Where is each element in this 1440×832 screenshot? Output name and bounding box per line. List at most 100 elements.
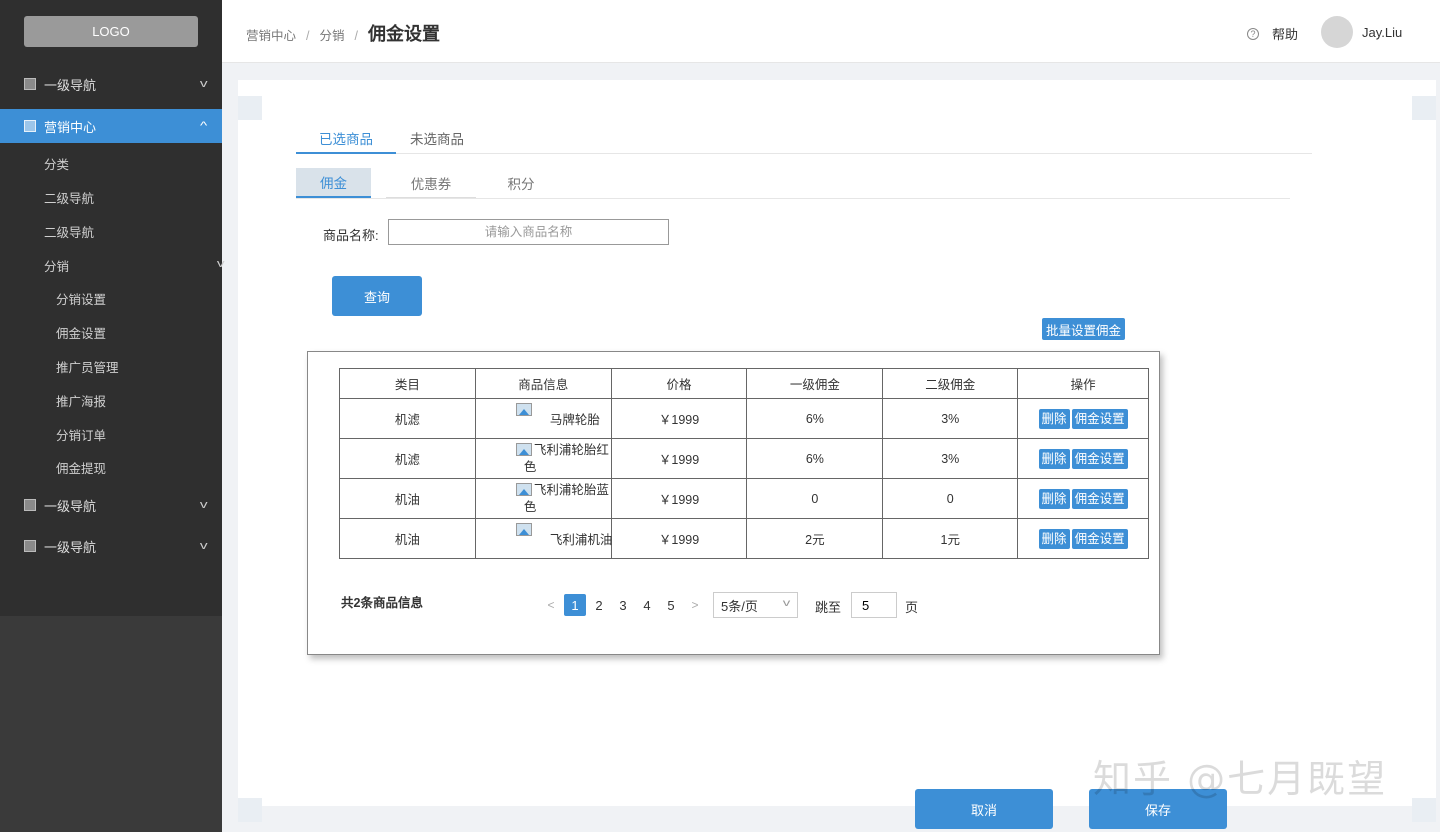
- page-4[interactable]: 4: [636, 594, 658, 616]
- breadcrumb-separator: /: [354, 29, 358, 43]
- sidebar-item-distribution-settings[interactable]: 分销设置: [56, 286, 106, 310]
- sidebar-item-commission-settings[interactable]: 佣金设置: [56, 320, 106, 344]
- level1-commission-cell: 2元: [746, 518, 884, 559]
- breadcrumb-marketing[interactable]: 营销中心: [246, 25, 296, 44]
- page-1[interactable]: 1: [564, 594, 586, 616]
- help-link[interactable]: ? 帮助: [1247, 24, 1298, 43]
- main-panel: 已选商品 未选商品 佣金 优惠券 积分 商品名称: 查询 批量设置佣金 类目 商…: [238, 80, 1436, 832]
- breadcrumb: 营销中心 / 分销 / 佣金设置: [246, 20, 440, 46]
- page-3[interactable]: 3: [612, 594, 634, 616]
- commission-setting-button[interactable]: 佣金设置: [1071, 488, 1128, 509]
- delete-button[interactable]: 删除: [1038, 488, 1070, 509]
- column-header-product: 商品信息: [474, 368, 612, 399]
- delete-button[interactable]: 删除: [1038, 528, 1070, 549]
- product-cell: 飞利浦机油: [474, 518, 612, 559]
- breadcrumb-distribution[interactable]: 分销: [320, 25, 345, 44]
- tab-unselected-products[interactable]: 未选商品: [410, 128, 464, 154]
- level2-commission-cell: 1元: [882, 518, 1019, 559]
- square-icon: [24, 120, 36, 132]
- level2-commission-cell: 0: [882, 478, 1019, 519]
- page-size-value: 5条/页: [721, 598, 758, 614]
- delete-button[interactable]: 删除: [1038, 408, 1070, 429]
- tab-coupon[interactable]: 优惠券: [386, 168, 476, 198]
- product-table-card: 类目 商品信息 价格 一级佣金 二级佣金 操作 机滤 马牌轮胎 ￥1999 6%…: [307, 351, 1160, 655]
- delete-button[interactable]: 删除: [1038, 448, 1070, 469]
- level2-commission-cell: 3%: [882, 398, 1019, 439]
- sidebar-item-commission-withdrawal[interactable]: 佣金提现: [56, 455, 106, 479]
- sidebar-item-label: 分销: [44, 259, 70, 274]
- price-cell: ￥1999: [610, 438, 748, 479]
- nav-item-level1-b[interactable]: 一级导航 v: [0, 488, 222, 522]
- column-header-level2-commission: 二级佣金: [882, 368, 1019, 399]
- corner-decoration: [1412, 96, 1436, 120]
- chevron-down-icon: v: [199, 78, 208, 90]
- product-name: 飞利浦轮胎红色: [523, 442, 609, 474]
- table-row: 机滤 马牌轮胎 ￥1999 6% 3% 删除 佣金设置: [339, 398, 1149, 439]
- product-table: 类目 商品信息 价格 一级佣金 二级佣金 操作 机滤 马牌轮胎 ￥1999 6%…: [339, 368, 1149, 559]
- page-5[interactable]: 5: [660, 594, 682, 616]
- sidebar-item-distribution[interactable]: 分销 v: [44, 253, 225, 277]
- product-name-input[interactable]: [388, 219, 669, 245]
- nav-item-label: 一级导航: [44, 77, 97, 93]
- table-header-row: 类目 商品信息 价格 一级佣金 二级佣金 操作: [339, 368, 1149, 399]
- level1-commission-cell: 6%: [746, 398, 884, 439]
- level2-commission-cell: 3%: [882, 438, 1019, 479]
- chevron-right-icon[interactable]: >: [684, 594, 706, 616]
- watermark: 知乎 @七月既望: [1093, 757, 1388, 801]
- category-cell: 机滤: [339, 398, 476, 439]
- primary-tabs: 已选商品 未选商品: [296, 128, 1312, 154]
- page-2[interactable]: 2: [588, 594, 610, 616]
- jump-page-input[interactable]: [851, 592, 897, 618]
- sidebar-item-promotion-poster[interactable]: 推广海报: [56, 388, 106, 412]
- column-header-price: 价格: [610, 368, 748, 399]
- nav-item-marketing[interactable]: 营销中心 ^: [0, 109, 222, 143]
- batch-commission-button[interactable]: 批量设置佣金: [1042, 318, 1125, 340]
- product-cell: 飞利浦轮胎蓝色: [474, 478, 612, 519]
- avatar[interactable]: [1321, 16, 1353, 48]
- commission-setting-button[interactable]: 佣金设置: [1071, 408, 1128, 429]
- username[interactable]: Jay.Liu: [1362, 25, 1402, 40]
- sidebar-item-promoter-management[interactable]: 推广员管理: [56, 354, 119, 378]
- product-name: 马牌轮胎: [549, 412, 600, 427]
- tab-points[interactable]: 积分: [496, 168, 546, 198]
- sidebar-item-classify[interactable]: 分类: [44, 151, 69, 175]
- nav-item-label: 营销中心: [44, 119, 97, 135]
- secondary-tabs: 佣金 优惠券 积分: [296, 168, 1290, 199]
- logo: LOGO: [24, 16, 198, 47]
- nav-item-level1-c[interactable]: 一级导航 v: [0, 529, 222, 563]
- category-cell: 机滤: [339, 438, 476, 479]
- query-button[interactable]: 查询: [332, 276, 422, 316]
- page-size-select[interactable]: 5条/页 v: [713, 592, 798, 618]
- chevron-down-icon: v: [199, 499, 208, 511]
- commission-setting-button[interactable]: 佣金设置: [1071, 448, 1128, 469]
- price-cell: ￥1999: [610, 398, 748, 439]
- breadcrumb-separator: /: [306, 29, 310, 43]
- price-cell: ￥1999: [610, 518, 748, 559]
- actions-cell: 删除 佣金设置: [1017, 438, 1149, 479]
- footer-strip: [238, 806, 1436, 832]
- chevron-left-icon[interactable]: <: [540, 594, 562, 616]
- header: 营销中心 / 分销 / 佣金设置 ? 帮助 Jay.Liu: [222, 0, 1440, 63]
- cancel-button[interactable]: 取消: [915, 789, 1053, 829]
- pagination: < 1 2 3 4 5 >: [540, 594, 708, 616]
- tab-commission[interactable]: 佣金: [296, 168, 371, 198]
- corner-decoration: [238, 96, 262, 120]
- sidebar-item-distribution-orders[interactable]: 分销订单: [56, 422, 106, 446]
- page-title: 佣金设置: [368, 24, 440, 44]
- square-icon: [24, 78, 36, 90]
- table-row: 机油 飞利浦机油 ￥1999 2元 1元 删除 佣金设置: [339, 518, 1149, 559]
- actions-cell: 删除 佣金设置: [1017, 478, 1149, 519]
- sidebar: LOGO 一级导航 v 营销中心 ^ 分类 二级导航 二级导航 分销 v 分销设…: [0, 0, 225, 832]
- nav-item-level1[interactable]: 一级导航 v: [0, 67, 222, 101]
- nav-item-label: 一级导航: [44, 539, 97, 555]
- price-cell: ￥1999: [610, 478, 748, 519]
- commission-setting-button[interactable]: 佣金设置: [1071, 528, 1128, 549]
- chevron-up-icon: ^: [199, 120, 208, 132]
- sidebar-item-nav2-a[interactable]: 二级导航: [44, 185, 94, 209]
- table-row: 机滤 飞利浦轮胎红色 ￥1999 6% 3% 删除 佣金设置: [339, 438, 1149, 479]
- tab-selected-products[interactable]: 已选商品: [296, 128, 396, 154]
- category-cell: 机油: [339, 478, 476, 519]
- table-row: 机油 飞利浦轮胎蓝色 ￥1999 0 0 删除 佣金设置: [339, 478, 1149, 519]
- sidebar-item-nav2-b[interactable]: 二级导航: [44, 219, 94, 243]
- square-icon: [24, 540, 36, 552]
